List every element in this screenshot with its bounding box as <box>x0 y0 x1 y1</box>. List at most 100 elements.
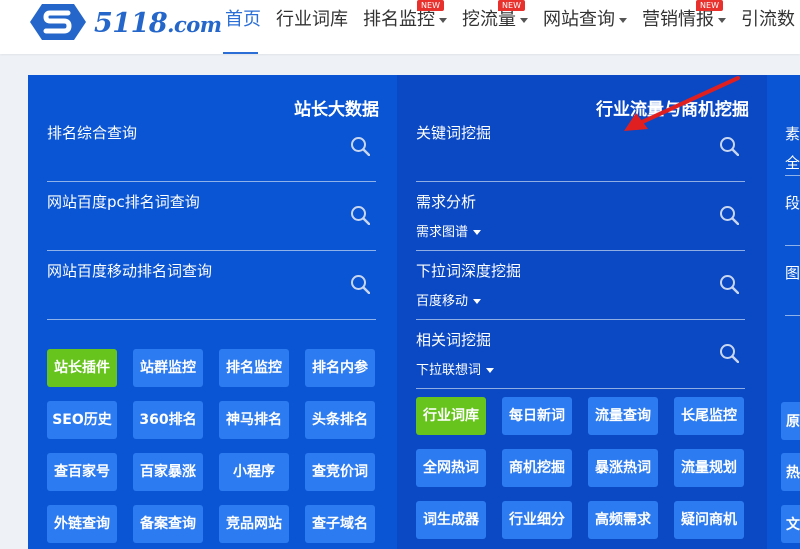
query-label-partial: 素 <box>785 125 800 143</box>
search-icon[interactable] <box>350 274 370 294</box>
tool-button-partial[interactable]: 文 <box>781 505 800 543</box>
chevron-down-icon <box>486 368 495 373</box>
nav-item-label: 行业词库 <box>276 9 348 30</box>
column-title: 站长大数据 <box>294 100 379 120</box>
tool-button-label: 文 <box>786 517 800 533</box>
search-icon[interactable] <box>719 274 739 294</box>
nav-item-label: 网站查询 <box>543 9 615 30</box>
tool-button[interactable]: 疑问商机 <box>674 501 744 539</box>
tool-button[interactable]: 排名监控 <box>219 349 289 387</box>
tool-button[interactable]: 词生成器 <box>416 501 486 539</box>
tool-button-partial[interactable]: 热 <box>781 453 800 491</box>
tool-button[interactable]: 外链查询 <box>47 505 117 543</box>
query-label: 网站百度移动排名词查询 <box>47 262 213 280</box>
tools-panel: 站长大数据 排名综合查询网站百度pc排名词查询 网站百度移动排名词查询站长插件 站群… <box>28 75 800 549</box>
tool-button[interactable]: 行业词库 <box>416 397 486 435</box>
query-label: 下拉词深度挖掘 <box>416 262 522 280</box>
query-type-select[interactable]: 百度移动 <box>416 290 482 309</box>
query-field[interactable]: 下拉词深度挖掘 百度移动 <box>416 260 745 320</box>
query-field[interactable]: 关键词挖掘 <box>416 122 745 182</box>
tool-button[interactable]: SEO历史 <box>47 401 117 439</box>
chevron-down-icon <box>439 17 447 23</box>
query-label: 网站百度pc排名词查询 <box>47 193 200 211</box>
tool-button[interactable]: 排名内参 <box>305 349 375 387</box>
logo-suffix: .com <box>167 12 222 37</box>
nav-item[interactable]: 引流数 <box>739 0 800 54</box>
new-badge: NEW <box>696 0 723 11</box>
nav-item-label: 挖流量 <box>462 9 516 30</box>
query-label-partial: 段 <box>785 194 800 212</box>
tool-button[interactable]: 查子域名 <box>305 505 375 543</box>
tool-button[interactable]: 站群监控 <box>133 349 203 387</box>
search-icon[interactable] <box>350 205 370 225</box>
tool-button[interactable]: 商机挖掘 <box>502 449 572 487</box>
query-label-partial: 全 <box>785 154 800 172</box>
tool-button[interactable]: 流量查询 <box>588 397 658 435</box>
query-type-value: 需求图谱 <box>416 225 469 240</box>
top-navbar: 5118.com 首页 行业词库 排名监控 NEW 挖流量 NEW 网站查询 营销情报 NEW 引… <box>0 0 800 54</box>
tool-button[interactable]: 全网热词 <box>416 449 486 487</box>
query-type-select[interactable]: 下拉联想词 <box>416 359 495 378</box>
new-badge: NEW <box>417 0 444 11</box>
nav-item[interactable]: 营销情报 NEW <box>640 0 731 54</box>
query-label-partial: 图 <box>785 264 800 282</box>
chevron-down-icon <box>473 230 482 235</box>
search-icon[interactable] <box>350 136 370 156</box>
column-partial-third: 素全段图原热文 <box>767 75 800 549</box>
chevron-down-icon <box>520 17 528 23</box>
nav-item[interactable]: 行业词库 <box>274 0 353 54</box>
tool-button[interactable]: 竞品网站 <box>219 505 289 543</box>
tool-button[interactable]: 神马排名 <box>219 401 289 439</box>
tool-button[interactable]: 高频需求 <box>588 501 658 539</box>
tool-button[interactable]: 暴涨热词 <box>588 449 658 487</box>
logo-text: 5118.com <box>94 8 222 39</box>
search-icon[interactable] <box>719 343 739 363</box>
query-type-value: 百度移动 <box>416 294 469 309</box>
query-field[interactable]: 网站百度移动排名词查询 <box>47 260 376 320</box>
nav-item[interactable]: 挖流量 NEW <box>460 0 533 54</box>
nav-item-label: 首页 <box>225 9 261 30</box>
tool-button[interactable]: 行业细分 <box>502 501 572 539</box>
query-field[interactable]: 网站百度pc排名词查询 <box>47 191 376 251</box>
nav-item-label: 引流数 <box>741 9 795 30</box>
tool-button[interactable]: 长尾监控 <box>674 397 744 435</box>
tool-button[interactable]: 360排名 <box>133 401 203 439</box>
nav-item-label: 营销情报 <box>642 9 714 30</box>
logo-name: 5118 <box>94 8 168 39</box>
divider <box>785 315 800 316</box>
tool-button[interactable]: 备案查询 <box>133 505 203 543</box>
search-icon[interactable] <box>719 136 739 156</box>
search-icon[interactable] <box>719 205 739 225</box>
tool-button[interactable]: 查竞价词 <box>305 453 375 491</box>
tool-button[interactable]: 查百家号 <box>47 453 117 491</box>
tool-button[interactable]: 每日新词 <box>502 397 572 435</box>
query-field[interactable]: 排名综合查询 <box>47 122 376 182</box>
site-logo[interactable]: 5118.com <box>28 2 222 42</box>
chevron-down-icon <box>718 17 726 23</box>
main-nav: 首页 行业词库 排名监控 NEW 挖流量 NEW 网站查询 营销情报 NEW 引流数 <box>223 0 800 54</box>
divider <box>785 245 800 246</box>
tool-button[interactable]: 百家暴涨 <box>133 453 203 491</box>
tool-button[interactable]: 站长插件 <box>47 349 117 387</box>
new-badge: NEW <box>498 0 525 11</box>
nav-item[interactable]: 排名监控 NEW <box>361 0 452 54</box>
column-webmaster-data: 站长大数据 排名综合查询网站百度pc排名词查询 网站百度移动排名词查询站长插件 站群… <box>28 75 397 549</box>
query-field[interactable]: 需求分析 需求图谱 <box>416 191 745 251</box>
chevron-down-icon <box>619 17 627 23</box>
nav-item[interactable]: 网站查询 <box>541 0 632 54</box>
nav-item[interactable]: 首页 <box>223 0 266 54</box>
tool-button-label: 原 <box>786 414 800 430</box>
query-type-select[interactable]: 需求图谱 <box>416 221 482 240</box>
query-label: 相关词挖掘 <box>416 331 492 349</box>
column-traffic-mining: 行业流量与商机挖掘 关键词挖掘 需求分析 需求图谱 下拉词深度挖掘 百度移动 相关词挖掘下… <box>397 75 767 549</box>
query-label: 关键词挖掘 <box>416 124 492 142</box>
chevron-down-icon <box>473 299 482 304</box>
tool-button[interactable]: 头条排名 <box>305 401 375 439</box>
nav-item-label: 排名监控 <box>363 9 435 30</box>
divider <box>785 175 800 176</box>
query-field[interactable]: 相关词挖掘下拉联想词 <box>416 329 745 389</box>
tool-button[interactable]: 流量规划 <box>674 449 744 487</box>
query-label: 需求分析 <box>416 193 477 211</box>
tool-button-partial[interactable]: 原 <box>781 402 800 440</box>
tool-button[interactable]: 小程序 <box>219 453 289 491</box>
